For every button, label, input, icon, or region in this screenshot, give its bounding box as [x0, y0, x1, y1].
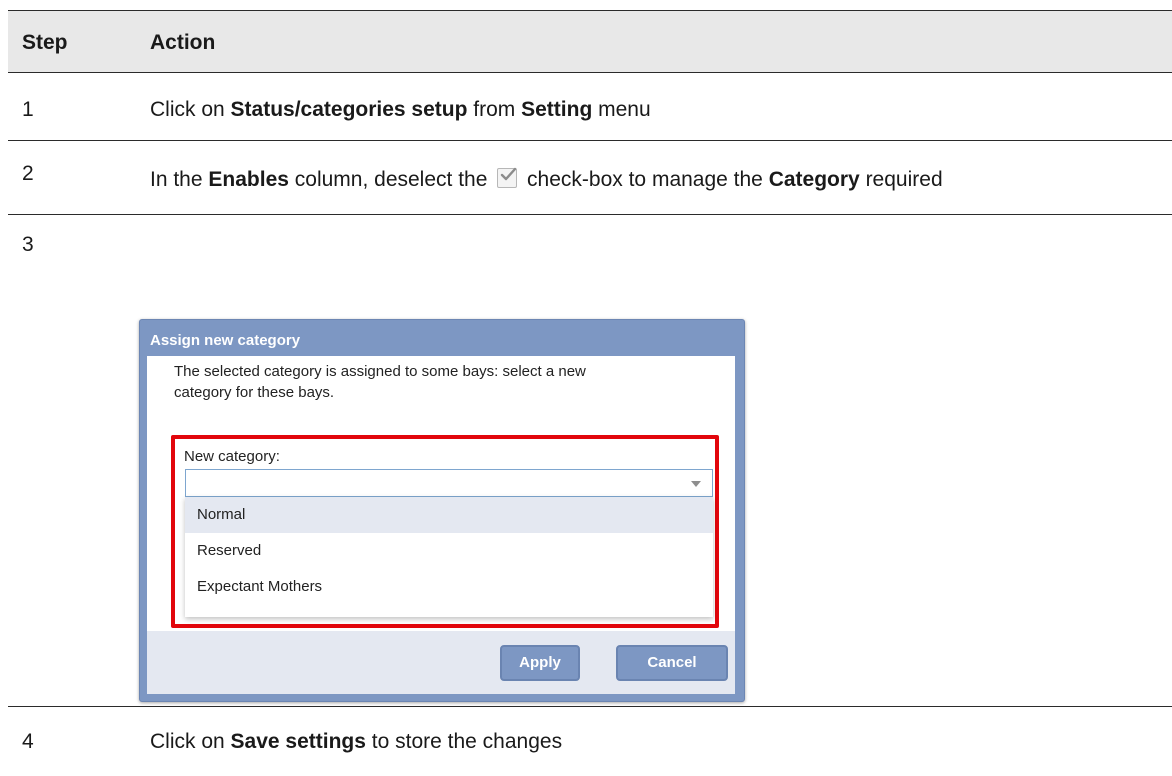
step-1-action: Click on Status/categories setup from Se…: [150, 98, 651, 121]
option-expectant-mothers[interactable]: Expectant Mothers: [185, 569, 713, 605]
step-2-number: 2: [22, 162, 34, 185]
step-1-number: 1: [22, 98, 34, 121]
step-2-action: In the Enables column, deselect the chec…: [150, 167, 943, 191]
option-reserved[interactable]: Reserved: [185, 533, 713, 569]
header-rule: [8, 72, 1172, 73]
header-action: Action: [150, 31, 216, 54]
step-3-number: 3: [22, 233, 34, 256]
dialog-message: The selected category is assigned to som…: [174, 363, 586, 401]
checked-checkbox-icon: [497, 167, 518, 188]
apply-button[interactable]: Apply: [500, 645, 580, 681]
option-normal[interactable]: Normal: [185, 497, 713, 533]
assign-category-dialog: Assign new category The selected categor…: [139, 319, 745, 702]
new-category-label: New category:: [184, 448, 280, 465]
step-4-number: 4: [22, 730, 34, 753]
row-3-rule: [8, 706, 1172, 707]
cancel-button[interactable]: Cancel: [616, 645, 728, 681]
category-dropdown-list: Normal Reserved Expectant Mothers: [185, 497, 713, 617]
step-4-action: Click on Save settings to store the chan…: [150, 730, 563, 753]
row-2-rule: [8, 214, 1172, 215]
dialog-footer: Apply Cancel: [147, 631, 735, 694]
dialog-body: The selected category is assigned to som…: [147, 356, 735, 631]
new-category-select[interactable]: [185, 469, 713, 497]
row-1-rule: [8, 140, 1172, 141]
header-step: Step: [22, 31, 68, 54]
chevron-down-icon[interactable]: [691, 481, 701, 487]
dialog-title: Assign new category: [150, 332, 301, 349]
